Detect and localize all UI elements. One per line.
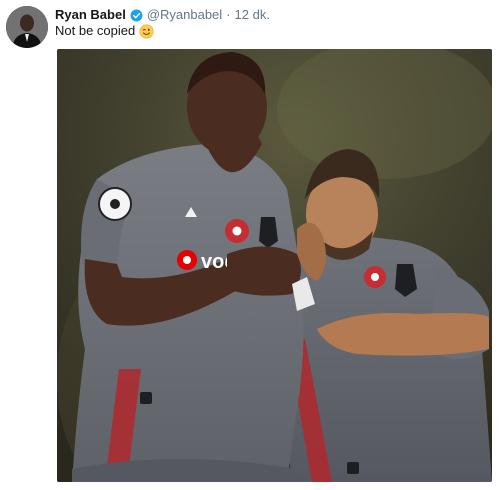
avatar-photo-icon xyxy=(6,6,48,48)
tweet-text-content: Not be copied xyxy=(55,23,136,38)
tweet-timestamp[interactable]: 12 dk. xyxy=(235,7,270,23)
author-display-name[interactable]: Ryan Babel xyxy=(55,7,126,23)
author-handle[interactable]: @Ryanbabel xyxy=(147,7,222,23)
verified-badge-icon xyxy=(130,9,143,22)
header-separator: · xyxy=(226,7,231,22)
author-avatar[interactable] xyxy=(6,6,48,48)
winking-face-emoji-icon xyxy=(139,23,154,39)
tweet-header: Ryan Babel @Ryanbabel · 12 dk. xyxy=(55,7,270,23)
tweet-card: Ryan Babel @Ryanbabel · 12 dk. Not be co… xyxy=(0,0,500,490)
tweet-text: Not be copied xyxy=(55,23,154,39)
football-players-photo-icon: vodafone xyxy=(57,49,492,482)
tweet-photo[interactable]: vodafone xyxy=(57,49,492,482)
